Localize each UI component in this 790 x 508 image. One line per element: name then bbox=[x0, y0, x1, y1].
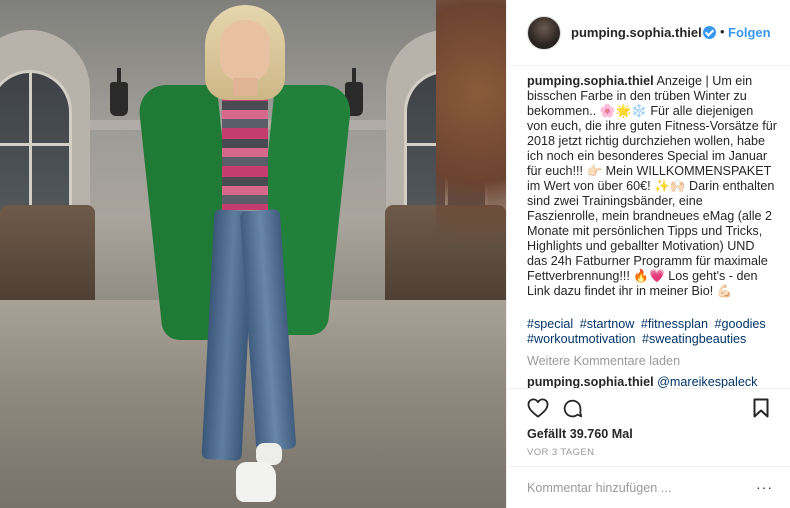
comment-row: pumping.sophia.thiel @mareikespaleck bbox=[527, 375, 757, 389]
heart-icon[interactable] bbox=[527, 398, 549, 423]
header-separator-dot: • bbox=[720, 24, 725, 39]
hashtag-link[interactable]: #workoutmotivation bbox=[527, 332, 636, 346]
photo-hedge-left bbox=[0, 205, 95, 300]
hashtag-list: #special #startnow #fitnessplan #goodies… bbox=[527, 317, 777, 347]
hashtag-link[interactable]: #goodies bbox=[715, 317, 766, 331]
figure-sweater bbox=[222, 90, 268, 210]
hashtag-link[interactable]: #special bbox=[527, 317, 573, 331]
figure-shoe-left bbox=[236, 462, 276, 502]
add-comment-input[interactable] bbox=[527, 481, 747, 495]
caption-text: Anzeige | Um ein bisschen Farbe in den t… bbox=[527, 74, 781, 298]
hashtag-link[interactable]: #sweatingbeauties bbox=[642, 332, 746, 346]
bookmark-icon[interactable] bbox=[753, 398, 769, 423]
post-side-panel: pumping.sophia.thiel • Folgen pumping.so… bbox=[506, 0, 790, 508]
hashtag-link[interactable]: #fitnessplan bbox=[641, 317, 708, 331]
comment-mention[interactable]: @mareikespaleck bbox=[657, 375, 757, 389]
header-username[interactable]: pumping.sophia.thiel bbox=[571, 25, 702, 40]
follow-button[interactable]: Folgen bbox=[728, 25, 771, 40]
figure-face bbox=[220, 20, 270, 82]
likes-count[interactable]: Gefällt 39.760 Mal bbox=[527, 427, 633, 441]
post-header: pumping.sophia.thiel • Folgen bbox=[507, 0, 790, 66]
comment-username[interactable]: pumping.sophia.thiel bbox=[527, 375, 654, 389]
photo-lamp-left bbox=[110, 68, 128, 116]
post-timestamp[interactable]: VOR 3 TAGEN bbox=[527, 447, 594, 458]
action-bar bbox=[507, 388, 790, 424]
add-comment-bar: ··· bbox=[507, 466, 790, 508]
verified-badge-icon bbox=[703, 26, 716, 39]
load-more-comments-link[interactable]: Weitere Kommentare laden bbox=[527, 354, 680, 368]
photo-tree bbox=[436, 0, 506, 310]
avatar[interactable] bbox=[527, 16, 561, 50]
caption: pumping.sophia.thiel Anzeige | Um ein bi… bbox=[527, 74, 777, 299]
comment-icon[interactable] bbox=[562, 398, 583, 424]
post-photo[interactable] bbox=[0, 0, 506, 508]
more-options-icon[interactable]: ··· bbox=[756, 479, 773, 495]
instagram-post-view: pumping.sophia.thiel • Folgen pumping.so… bbox=[0, 0, 790, 508]
hashtag-link[interactable]: #startnow bbox=[580, 317, 635, 331]
caption-username[interactable]: pumping.sophia.thiel bbox=[527, 74, 654, 88]
figure-neck bbox=[233, 78, 257, 96]
